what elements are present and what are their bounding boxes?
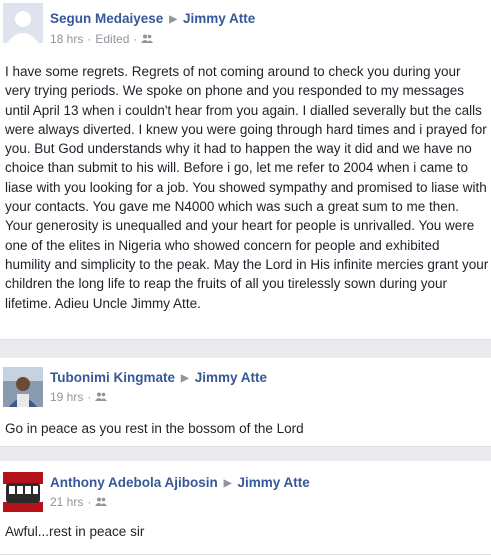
target-name[interactable]: Jimmy Atte bbox=[195, 370, 267, 385]
avatar-default-icon[interactable] bbox=[3, 3, 43, 43]
post-header: Anthony Adebola Ajibosin ▶ Jimmy Atte 21 h… bbox=[0, 461, 491, 513]
divider bbox=[0, 341, 491, 358]
post-header: Segun Medaiyese ▶ Jimmy Atte 18 hrs · Edit… bbox=[0, 0, 491, 52]
post-text: Awful...rest in peace sir bbox=[5, 524, 145, 539]
post-names: Segun Medaiyese ▶ Jimmy Atte bbox=[50, 11, 255, 26]
post-meta: 18 hrs · Edited · bbox=[50, 32, 154, 46]
post-3: Anthony Adebola Ajibosin ▶ Jimmy Atte 21 h… bbox=[0, 461, 491, 555]
post-2: Tubonimi Kingmate ▶ Jimmy Atte 19 hrs · Go… bbox=[0, 358, 491, 447]
post-names: Tubonimi Kingmate ▶ Jimmy Atte bbox=[50, 370, 267, 385]
avatar-photo[interactable] bbox=[3, 472, 43, 512]
timestamp[interactable]: 18 hrs bbox=[50, 32, 83, 46]
post-1: Segun Medaiyese ▶ Jimmy Atte 18 hrs · Edit… bbox=[0, 0, 491, 340]
edited-label[interactable]: Edited bbox=[95, 32, 129, 46]
post-header: Tubonimi Kingmate ▶ Jimmy Atte 19 hrs · bbox=[0, 358, 491, 410]
author-name[interactable]: Tubonimi Kingmate bbox=[50, 370, 175, 385]
friends-icon[interactable] bbox=[141, 32, 154, 46]
target-name[interactable]: Jimmy Atte bbox=[237, 475, 309, 490]
separator: · bbox=[87, 32, 92, 46]
post-meta: 19 hrs · bbox=[50, 390, 108, 404]
author-name[interactable]: Segun Medaiyese bbox=[50, 11, 163, 26]
arrow-right-icon: ▶ bbox=[181, 373, 189, 384]
author-name[interactable]: Anthony Adebola Ajibosin bbox=[50, 475, 218, 490]
separator: · bbox=[87, 495, 92, 509]
arrow-right-icon: ▶ bbox=[223, 478, 232, 489]
avatar-photo[interactable] bbox=[3, 367, 43, 407]
post-names: Anthony Adebola Ajibosin ▶ Jimmy Atte bbox=[50, 475, 310, 490]
target-name[interactable]: Jimmy Atte bbox=[183, 11, 255, 26]
separator: · bbox=[87, 390, 92, 404]
post-meta: 21 hrs · bbox=[50, 495, 108, 509]
timestamp[interactable]: 19 hrs bbox=[50, 390, 83, 404]
post-text: Go in peace as you rest in the bossom of… bbox=[5, 421, 304, 436]
friends-icon[interactable] bbox=[95, 390, 108, 404]
post-text: I have some regrets. Regrets of not comi… bbox=[5, 64, 489, 311]
separator: · bbox=[133, 32, 138, 46]
timestamp[interactable]: 21 hrs bbox=[50, 495, 83, 509]
arrow-right-icon: ▶ bbox=[169, 14, 177, 25]
friends-icon[interactable] bbox=[95, 495, 108, 509]
divider bbox=[0, 448, 491, 461]
